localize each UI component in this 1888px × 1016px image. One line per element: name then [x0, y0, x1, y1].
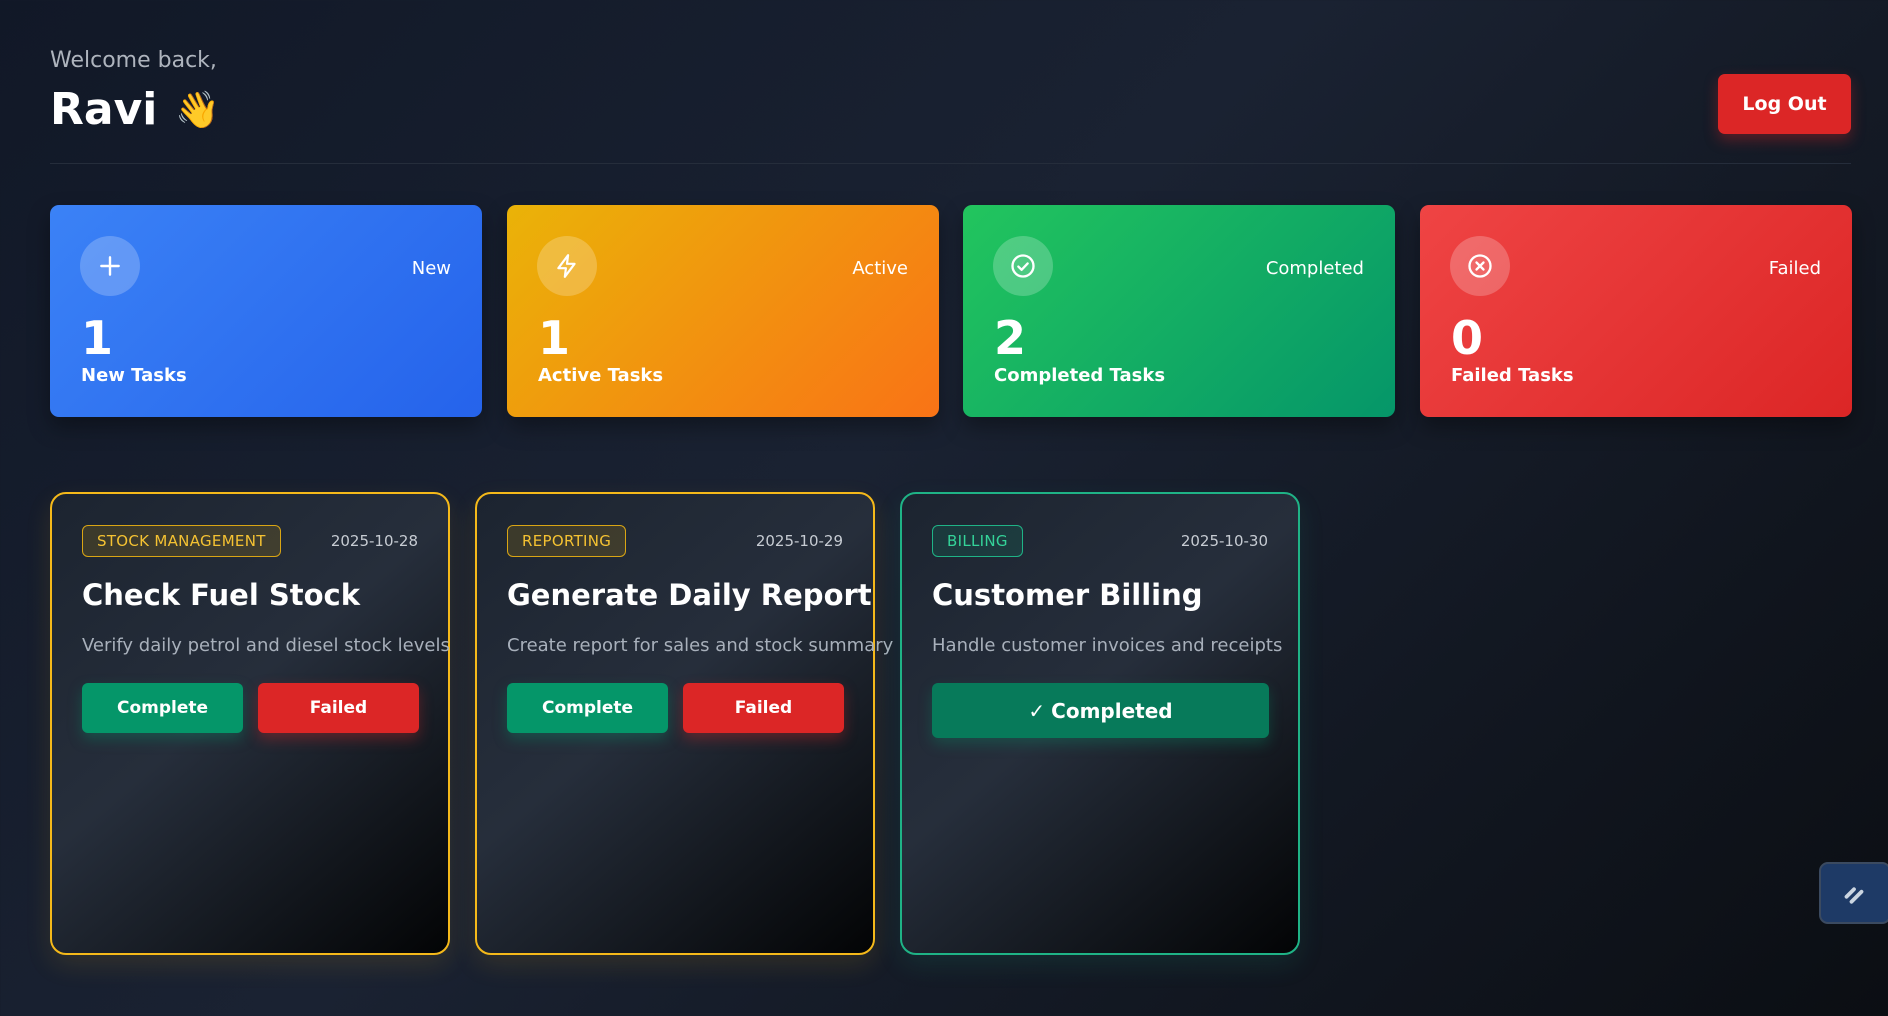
task-date: 2025-10-28 [330, 532, 418, 550]
check-circle-icon [993, 236, 1053, 296]
stat-label: Failed Tasks [1451, 365, 1574, 386]
checkmark-icon: ✓ [1028, 698, 1046, 723]
plus-icon [80, 236, 140, 296]
task-description: Verify daily petrol and diesel stock lev… [82, 635, 450, 656]
dashboard-page: Welcome back, Ravi 👋 Log Out New 1 New T… [50, 0, 1888, 1016]
task-list: STOCK MANAGEMENT 2025-10-28 Check Fuel S… [50, 492, 1851, 956]
completed-status: ✓ Completed [932, 683, 1269, 738]
logout-button[interactable]: Log Out [1718, 74, 1851, 134]
category-badge: BILLING [932, 525, 1023, 557]
paperclip-icon [1844, 887, 1864, 904]
task-stats: New 1 New Tasks Active 1 Active Tasks Co… [50, 205, 1852, 417]
task-card: REPORTING 2025-10-29 Generate Daily Repo… [475, 492, 893, 955]
stat-count: 1 [538, 311, 571, 365]
stat-card-failed: Failed 0 Failed Tasks [1420, 205, 1852, 417]
lightning-icon [537, 236, 597, 296]
stat-card-new: New 1 New Tasks [50, 205, 482, 417]
task-title: Customer Billing [932, 578, 1203, 612]
stat-tag: New [411, 258, 451, 279]
stat-card-completed: Completed 2 Completed Tasks [963, 205, 1395, 417]
stat-card-active: Active 1 Active Tasks [507, 205, 939, 417]
user-greeting: Ravi 👋 [50, 84, 220, 135]
failed-button[interactable]: Failed [258, 683, 419, 733]
complete-button[interactable]: Complete [82, 683, 243, 733]
task-description: Handle customer invoices and receipts [932, 635, 1283, 656]
stat-tag: Completed [1265, 258, 1364, 279]
task-card: BILLING 2025-10-30 Customer Billing Hand… [900, 492, 1300, 955]
completed-label: Completed [1051, 698, 1173, 723]
task-title: Generate Daily Report [507, 578, 872, 612]
stat-count: 0 [1451, 311, 1484, 365]
user-name: Ravi [50, 84, 158, 135]
waving-hand-icon: 👋 [175, 89, 221, 131]
task-date: 2025-10-29 [755, 532, 843, 550]
x-circle-icon [1450, 236, 1510, 296]
floating-widget-button[interactable] [1819, 862, 1888, 924]
task-description: Create report for sales and stock summar… [507, 635, 894, 656]
stat-count: 2 [994, 311, 1027, 365]
failed-button[interactable]: Failed [683, 683, 844, 733]
task-title: Check Fuel Stock [82, 578, 361, 612]
complete-button[interactable]: Complete [507, 683, 668, 733]
task-card: STOCK MANAGEMENT 2025-10-28 Check Fuel S… [50, 492, 450, 955]
header: Welcome back, Ravi 👋 Log Out [50, 48, 1851, 164]
category-badge: REPORTING [507, 525, 627, 557]
task-date: 2025-10-30 [1180, 532, 1268, 550]
stat-label: New Tasks [81, 365, 187, 386]
stat-tag: Active [852, 258, 908, 279]
welcome-text: Welcome back, [50, 48, 217, 73]
stat-label: Completed Tasks [994, 365, 1166, 386]
category-badge: STOCK MANAGEMENT [82, 525, 281, 557]
stat-label: Active Tasks [538, 365, 664, 386]
stat-count: 1 [81, 311, 114, 365]
stat-tag: Failed [1768, 258, 1821, 279]
